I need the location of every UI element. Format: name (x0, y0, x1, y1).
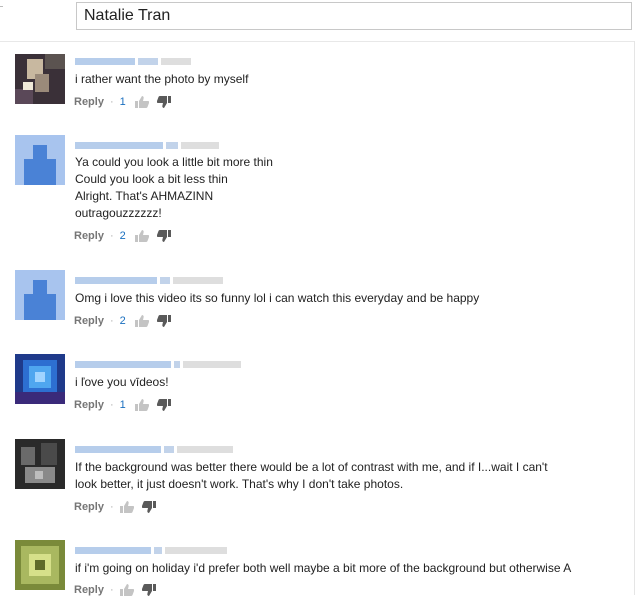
reply-button[interactable]: Reply (74, 399, 104, 411)
thumbs-up-icon[interactable] (134, 399, 149, 411)
avatar[interactable] (15, 354, 65, 404)
like-count: 1 (119, 96, 126, 108)
thumbs-up-icon[interactable] (119, 584, 134, 596)
default-avatar-icon (15, 270, 65, 320)
author-name-redacted[interactable] (75, 140, 219, 150)
author-name-redacted[interactable] (75, 275, 223, 285)
comment-actions: Reply · 1 (74, 96, 179, 108)
author-name-redacted[interactable] (75, 444, 233, 454)
author-name-redacted[interactable] (75, 545, 227, 555)
avatar[interactable] (15, 540, 65, 590)
comment-text: Ya could you look a little bit more thin… (75, 155, 273, 220)
avatar-image-icon (15, 439, 65, 489)
search-bar: Natalie Tran (0, 0, 635, 42)
comment-text: If the background was better there would… (75, 460, 548, 491)
thumbs-up-icon[interactable] (134, 96, 149, 108)
avatar[interactable] (15, 439, 65, 489)
comment-text: Omg i love this video its so funny lol i… (75, 291, 480, 305)
avatar[interactable] (15, 270, 65, 320)
thumbs-down-icon[interactable] (156, 315, 171, 327)
comment-text: if i'm going on holiday i'd prefer both … (75, 561, 572, 575)
thumbs-up-icon[interactable] (134, 230, 149, 242)
reply-button[interactable]: Reply (74, 501, 104, 513)
reply-button[interactable]: Reply (74, 230, 104, 242)
comment-actions: Reply · 1 (74, 399, 179, 411)
like-count: 1 (119, 399, 126, 411)
comment-actions: Reply · 2 (74, 315, 179, 327)
author-name-redacted[interactable] (75, 359, 241, 369)
thumbs-down-icon[interactable] (156, 230, 171, 242)
avatar[interactable] (15, 135, 65, 185)
avatar-image-icon (15, 540, 65, 590)
separator: · (109, 230, 114, 242)
reply-button[interactable]: Reply (74, 96, 104, 108)
default-avatar-icon (15, 135, 65, 185)
separator: · (109, 315, 114, 327)
comment-text: i ľove you vīdeos! (75, 375, 169, 389)
like-count: 2 (119, 315, 126, 327)
thumbs-up-icon[interactable] (119, 501, 134, 513)
thumbs-up-icon[interactable] (134, 315, 149, 327)
avatar[interactable] (15, 54, 65, 104)
comment-actions: Reply · 2 (74, 230, 179, 242)
avatar-image-icon (15, 354, 65, 404)
separator: · (109, 399, 114, 411)
search-input[interactable]: Natalie Tran (76, 2, 632, 30)
thumbs-down-icon[interactable] (141, 501, 156, 513)
like-count: 2 (119, 230, 126, 242)
comment-actions: Reply · (74, 501, 164, 513)
reply-button[interactable]: Reply (74, 584, 104, 596)
search-left-edge (0, 6, 3, 25)
avatar-image-icon (15, 54, 65, 104)
thumbs-down-icon[interactable] (156, 96, 171, 108)
comment-text: i rather want the photo by myself (75, 72, 249, 86)
comment-actions: Reply · (74, 584, 164, 596)
separator: · (109, 584, 114, 596)
author-name-redacted[interactable] (75, 56, 191, 66)
thumbs-down-icon[interactable] (141, 584, 156, 596)
thumbs-down-icon[interactable] (156, 399, 171, 411)
separator: · (109, 501, 114, 513)
reply-button[interactable]: Reply (74, 315, 104, 327)
separator: · (109, 96, 114, 108)
